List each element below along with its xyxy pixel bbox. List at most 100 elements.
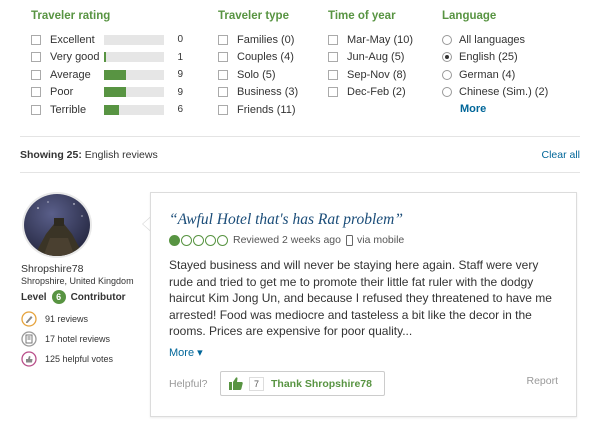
level-suffix: Contributor [70, 291, 126, 303]
rating-bubble [205, 234, 216, 246]
type-checkbox[interactable] [218, 69, 228, 80]
type-checkbox[interactable] [218, 34, 228, 45]
rating-count: 9 [177, 86, 183, 98]
rating-checkbox[interactable] [31, 104, 41, 115]
language-radio[interactable] [442, 34, 452, 45]
rating-bar-fill [104, 69, 127, 80]
rating-bubble [193, 234, 204, 246]
review-title[interactable]: “Awful Hotel that's has Rat problem” [169, 211, 403, 229]
rating-count: 9 [177, 69, 183, 81]
type-option[interactable]: Friends (11) [218, 101, 298, 119]
helpful-votes-stat[interactable]: 125 helpful votes [21, 351, 113, 367]
review-meta: Reviewed 2 weeks ago via mobile [169, 234, 404, 246]
rating-checkbox[interactable] [31, 34, 41, 45]
rating-bubble [169, 234, 180, 246]
reviews-count-stat[interactable]: 91 reviews [21, 311, 88, 327]
language-option[interactable]: German (4) [442, 66, 548, 84]
thank-label: Thank Shropshire78 [271, 377, 372, 390]
rating-bubble [181, 234, 192, 246]
showing-text: English reviews [81, 149, 158, 161]
language-radio-selected[interactable] [442, 52, 452, 63]
clear-all-link[interactable]: Clear all [541, 149, 580, 161]
rating-row-very-good[interactable]: Very good 1 [31, 49, 183, 67]
rating-label: Very good [50, 51, 100, 64]
rating-row-terrible[interactable]: Terrible 6 [31, 101, 183, 119]
hotel-reviews-stat[interactable]: 17 hotel reviews [21, 331, 110, 347]
time-option[interactable]: Jun-Aug (5) [328, 49, 413, 67]
traveler-rating-heading: Traveler rating [31, 10, 111, 22]
type-checkbox[interactable] [218, 52, 228, 63]
language-radio[interactable] [442, 69, 452, 80]
rating-bar-fill [104, 87, 127, 98]
review-filters: Traveler rating Excellent 0 Very good 1 … [0, 0, 600, 140]
thank-button[interactable]: 7 Thank Shropshire78 [220, 371, 385, 396]
reviewer-name[interactable]: Shropshire78 [21, 263, 83, 275]
traveler-rating-filter: Traveler rating Excellent 0 Very good 1 … [31, 10, 183, 119]
report-link[interactable]: Report [526, 375, 558, 387]
time-checkbox[interactable] [328, 52, 338, 63]
rating-bubble [217, 234, 228, 246]
rating-bar [104, 52, 164, 63]
time-of-year-heading: Time of year [328, 10, 396, 22]
traveler-type-heading: Traveler type [218, 10, 289, 22]
reviews-count: 91 reviews [45, 314, 89, 324]
language-label: Chinese (Sim.) (2) [459, 86, 549, 99]
language-heading: Language [442, 10, 497, 22]
language-label: All languages [459, 33, 526, 46]
rating-bar [104, 34, 164, 45]
language-option[interactable]: All languages [442, 31, 548, 49]
time-label: Mar-May (10) [347, 33, 414, 46]
review-card: “Awful Hotel that's has Rat problem” Rev… [150, 192, 577, 417]
rating-checkbox[interactable] [31, 52, 41, 63]
summary-divider [20, 172, 580, 173]
time-option[interactable]: Mar-May (10) [328, 31, 413, 49]
type-option[interactable]: Solo (5) [218, 66, 298, 84]
language-option[interactable]: English (25) [442, 49, 548, 67]
rating-row-poor[interactable]: Poor 9 [31, 84, 183, 102]
type-checkbox[interactable] [218, 87, 228, 98]
mobile-icon [345, 234, 353, 246]
rating-count: 1 [177, 51, 183, 63]
reviewer-location: Shropshire, United Kingdom [21, 276, 134, 286]
time-option[interactable]: Dec-Feb (2) [328, 84, 413, 102]
type-label: Families (0) [237, 33, 295, 46]
rating-checkbox[interactable] [31, 87, 41, 98]
language-more-link[interactable]: More [460, 103, 548, 115]
time-checkbox[interactable] [328, 69, 338, 80]
time-checkbox[interactable] [328, 34, 338, 45]
thumbs-up-icon [229, 377, 243, 390]
rating-bar [104, 69, 164, 80]
rating-count: 0 [177, 34, 183, 46]
rating-label: Excellent [50, 33, 95, 46]
type-checkbox[interactable] [218, 104, 228, 115]
language-radio[interactable] [442, 87, 452, 98]
avatar[interactable] [22, 192, 92, 258]
rating-label: Terrible [50, 103, 87, 116]
avatar-image [24, 194, 90, 256]
language-filter: Language All languages English (25) Germ… [442, 10, 548, 115]
review-more-link[interactable]: More ▾ [169, 346, 203, 359]
time-option[interactable]: Sep-Nov (8) [328, 66, 413, 84]
time-checkbox[interactable] [328, 87, 338, 98]
rating-row-excellent[interactable]: Excellent 0 [31, 31, 183, 49]
rating-bar [104, 87, 164, 98]
type-label: Couples (4) [237, 51, 294, 64]
helpful-label: Helpful? [169, 378, 208, 390]
type-option[interactable]: Couples (4) [218, 49, 298, 67]
level-badge: 6 [51, 290, 66, 304]
type-label: Business (3) [237, 86, 299, 99]
showing-count: Showing 25: [20, 149, 82, 161]
language-option[interactable]: Chinese (Sim.) (2) [442, 84, 548, 102]
thumbs-up-badge-icon [21, 351, 37, 367]
traveler-type-filter: Traveler type Families (0) Couples (4) S… [218, 10, 298, 119]
contributor-level: Level 6 Contributor [21, 290, 126, 304]
type-label: Solo (5) [237, 68, 276, 81]
rating-bar-fill [104, 52, 107, 63]
type-option[interactable]: Business (3) [218, 84, 298, 102]
bubble-rating [169, 234, 229, 246]
type-option[interactable]: Families (0) [218, 31, 298, 49]
time-of-year-filter: Time of year Mar-May (10) Jun-Aug (5) Se… [328, 10, 413, 101]
rating-row-average[interactable]: Average 9 [31, 66, 183, 84]
pencil-badge-icon [21, 311, 37, 327]
rating-checkbox[interactable] [31, 69, 41, 80]
